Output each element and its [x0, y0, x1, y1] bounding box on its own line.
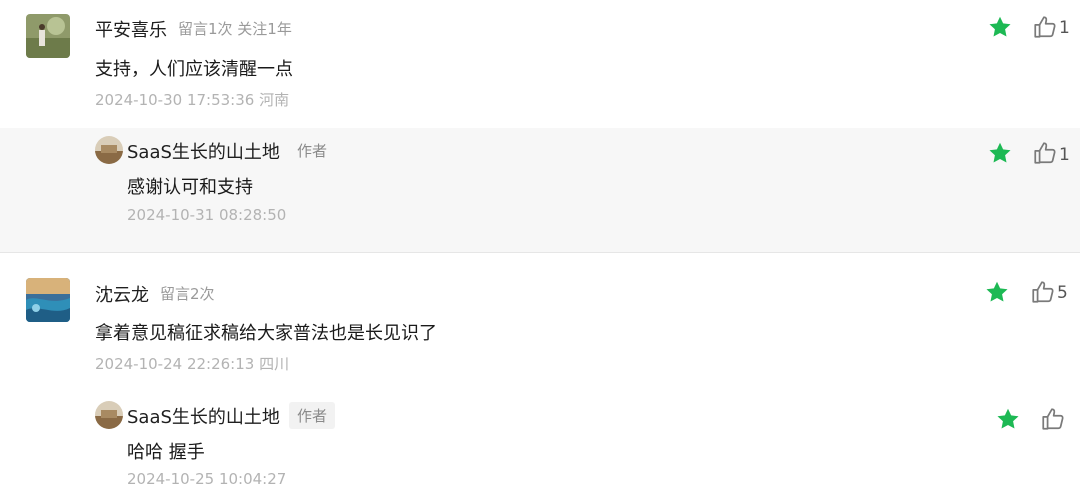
- reply-item: SaaS生长的山土地 作者 感谢认可和支持 2024-10-31 08:28:5…: [0, 128, 1080, 252]
- comment-item: 沈云龙 留言2次 拿着意见稿征求稿给大家普法也是长见识了 2024-10-24 …: [0, 253, 1080, 383]
- comment-time: 2024-10-24 22:26:13 四川: [95, 355, 290, 373]
- reply-author[interactable]: SaaS生长的山土地: [127, 138, 280, 164]
- comment-meta: 留言2次: [160, 285, 215, 303]
- like-count: 1: [1059, 145, 1070, 165]
- thumbs-up-icon[interactable]: [1032, 14, 1058, 40]
- author-badge: 作者: [297, 142, 328, 160]
- like-count: 5: [1057, 283, 1068, 303]
- thumbs-up-icon[interactable]: [1030, 279, 1056, 305]
- reply-time: 2024-10-31 08:28:50: [127, 206, 287, 224]
- comment-author[interactable]: 沈云龙: [95, 281, 149, 307]
- star-icon[interactable]: [995, 406, 1021, 432]
- avatar[interactable]: [95, 136, 123, 164]
- avatar[interactable]: [95, 401, 123, 429]
- star-icon[interactable]: [987, 14, 1013, 40]
- reply-content: 感谢认可和支持: [127, 177, 253, 198]
- avatar[interactable]: [26, 278, 70, 322]
- comment-content: 支持，人们应该清醒一点: [95, 59, 293, 80]
- author-badge: 作者: [289, 402, 336, 429]
- like-count: 1: [1059, 18, 1070, 38]
- comment-author[interactable]: 平安喜乐: [95, 16, 167, 42]
- reply-time: 2024-10-25 10:04:27: [127, 470, 287, 488]
- comment-meta: 留言1次 关注1年: [178, 20, 292, 38]
- thumbs-up-icon[interactable]: [1040, 406, 1066, 432]
- reply-content: 哈哈 握手: [127, 442, 205, 463]
- comment-content: 拿着意见稿征求稿给大家普法也是长见识了: [95, 323, 437, 344]
- comment-time: 2024-10-30 17:53:36 河南: [95, 91, 290, 109]
- avatar[interactable]: [26, 14, 70, 58]
- star-icon[interactable]: [984, 279, 1010, 305]
- reply-item: SaaS生长的山土地 作者 哈哈 握手 2024-10-25 10:04:27: [0, 393, 1080, 491]
- comment-item: 平安喜乐 留言1次 关注1年 支持，人们应该清醒一点 2024-10-30 17…: [0, 0, 1080, 128]
- reply-author[interactable]: SaaS生长的山土地: [127, 403, 280, 429]
- star-icon[interactable]: [987, 140, 1013, 166]
- thumbs-up-icon[interactable]: [1032, 140, 1058, 166]
